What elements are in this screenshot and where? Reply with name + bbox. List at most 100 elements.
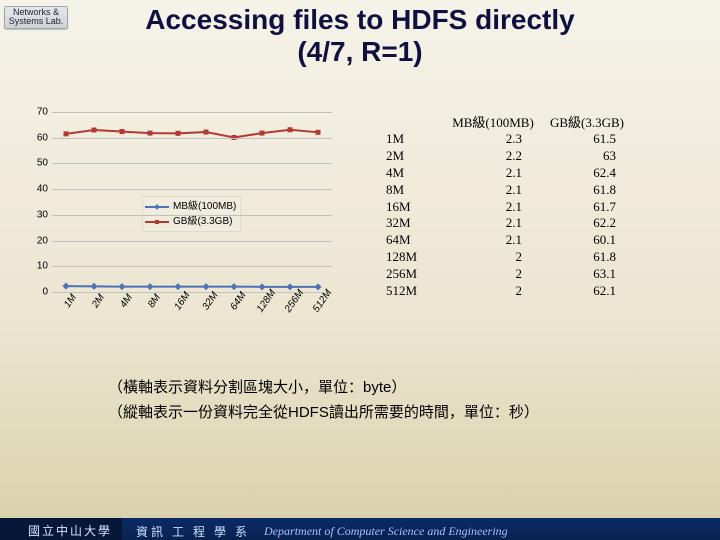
legend-row-mb: MB級(100MB) xyxy=(145,199,236,214)
table-cell-cat: 64M xyxy=(386,232,446,249)
title-line-1: Accessing files to HDFS directly xyxy=(0,4,720,36)
gridline xyxy=(52,189,332,190)
series-marker xyxy=(120,129,125,134)
series-marker xyxy=(146,283,153,290)
table-cell-cat: 512M xyxy=(386,283,446,300)
y-tick-label: 40 xyxy=(30,184,48,195)
legend-marker-mb xyxy=(145,206,169,208)
series-marker xyxy=(258,283,265,290)
title-line-2: (4/7, R=1) xyxy=(0,36,720,68)
table-row: 32M2.162.2 xyxy=(386,215,634,232)
table-cell-gb: 62.2 xyxy=(540,215,634,232)
series-marker xyxy=(288,127,293,132)
series-line xyxy=(66,130,318,138)
caption-y: （縱軸表示一份資料完全從HDFS讀出所需要的時間，單位：秒） xyxy=(108,401,539,426)
table-header: MB級(100MB) GB級(3.3GB) xyxy=(386,112,634,131)
content-row: MB級(100MB) GB級(3.3GB) 0102030405060701M2… xyxy=(30,112,634,332)
table-cell-mb: 2 xyxy=(446,249,540,266)
legend-marker-gb xyxy=(145,221,169,223)
axis-captions: （橫軸表示資料分割區塊大小，單位：byte） （縱軸表示一份資料完全從HDFS讀… xyxy=(108,376,539,426)
legend-row-gb: GB級(3.3GB) xyxy=(145,214,236,229)
y-tick-label: 50 xyxy=(30,158,48,169)
table-cell-gb: 63.1 xyxy=(540,266,634,283)
table-cell-gb: 61.8 xyxy=(540,182,634,199)
table-cell-cat: 128M xyxy=(386,249,446,266)
legend-label-gb: GB級(3.3GB) xyxy=(173,214,232,229)
footer-dept-en: Department of Computer Science and Engin… xyxy=(264,524,508,539)
table-cell-mb: 2.1 xyxy=(446,232,540,249)
y-tick-label: 10 xyxy=(30,261,48,272)
table-row: 8M2.161.8 xyxy=(386,182,634,199)
table-cell-cat: 4M xyxy=(386,165,446,182)
table-cell-cat: 256M xyxy=(386,266,446,283)
series-marker xyxy=(286,283,293,290)
series-marker xyxy=(118,283,125,290)
footer-university: 國立中山大學 xyxy=(0,518,122,540)
gridline xyxy=(52,241,332,242)
lab-logo-text2: Systems Lab. xyxy=(5,17,67,26)
series-line xyxy=(66,286,318,287)
footer-dept-zh: 資訊 工 程 學 系 xyxy=(122,523,264,540)
table-cell-cat: 32M xyxy=(386,215,446,232)
table-row: 1M2.361.5 xyxy=(386,131,634,148)
lab-logo: Networks & Systems Lab. xyxy=(4,6,68,29)
table-cell-mb: 2.2 xyxy=(446,148,540,165)
table-cell-cat: 8M xyxy=(386,182,446,199)
series-marker xyxy=(204,130,209,135)
table-cell-cat: 2M xyxy=(386,148,446,165)
footer-bar: 國立中山大學 資訊 工 程 學 系 Department of Computer… xyxy=(0,518,720,540)
gridline xyxy=(52,163,332,164)
gridline xyxy=(52,215,332,216)
line-chart: MB級(100MB) GB級(3.3GB) 0102030405060701M2… xyxy=(30,112,350,332)
series-marker xyxy=(92,128,97,133)
table-row: 64M2.160.1 xyxy=(386,232,634,249)
table-cell-mb: 2 xyxy=(446,283,540,300)
table-cell-mb: 2.1 xyxy=(446,182,540,199)
table-cell-mb: 2.1 xyxy=(446,215,540,232)
series-marker xyxy=(62,283,69,290)
series-marker xyxy=(148,131,153,136)
table-cell-cat: 16M xyxy=(386,199,446,216)
series-marker xyxy=(316,130,321,135)
table-cell-mb: 2.3 xyxy=(446,131,540,148)
table-row: 256M263.1 xyxy=(386,266,634,283)
y-tick-label: 70 xyxy=(30,107,48,118)
table-cell-gb: 60.1 xyxy=(540,232,634,249)
table-cell-gb: 61.8 xyxy=(540,249,634,266)
table-cell-mb: 2 xyxy=(446,266,540,283)
gridline xyxy=(52,112,332,113)
table-cell-mb: 2.1 xyxy=(446,165,540,182)
caption-x: （橫軸表示資料分割區塊大小，單位：byte） xyxy=(108,376,539,401)
table-col-2: GB級(3.3GB) xyxy=(540,112,634,131)
series-marker xyxy=(202,283,209,290)
table-cell-gb: 61.5 xyxy=(540,131,634,148)
table-cell-gb: 61.7 xyxy=(540,199,634,216)
table-row: 512M262.1 xyxy=(386,283,634,300)
series-marker xyxy=(260,131,265,136)
table-cell-gb: 63 xyxy=(540,148,634,165)
y-tick-label: 20 xyxy=(30,235,48,246)
table-cell-mb: 2.1 xyxy=(446,199,540,216)
gridline xyxy=(52,266,332,267)
y-tick-label: 0 xyxy=(30,287,48,298)
y-tick-label: 30 xyxy=(30,209,48,220)
series-marker xyxy=(90,283,97,290)
table-col-1: MB級(100MB) xyxy=(446,112,540,131)
legend-label-mb: MB級(100MB) xyxy=(173,199,236,214)
table-cell-gb: 62.1 xyxy=(540,283,634,300)
table-row: 16M2.161.7 xyxy=(386,199,634,216)
table-corner xyxy=(386,112,446,131)
data-table: MB級(100MB) GB級(3.3GB) 1M2.361.52M2.2634M… xyxy=(386,112,634,332)
table-cell-gb: 62.4 xyxy=(540,165,634,182)
table-cell-cat: 1M xyxy=(386,131,446,148)
table-row: 2M2.263 xyxy=(386,148,634,165)
table-row: 128M261.8 xyxy=(386,249,634,266)
series-marker xyxy=(64,131,69,136)
series-marker xyxy=(314,283,321,290)
table-row: 4M2.162.4 xyxy=(386,165,634,182)
series-marker xyxy=(230,283,237,290)
series-marker xyxy=(174,283,181,290)
page-title: Accessing files to HDFS directly (4/7, R… xyxy=(0,4,720,68)
y-tick-label: 60 xyxy=(30,132,48,143)
gridline xyxy=(52,138,332,139)
